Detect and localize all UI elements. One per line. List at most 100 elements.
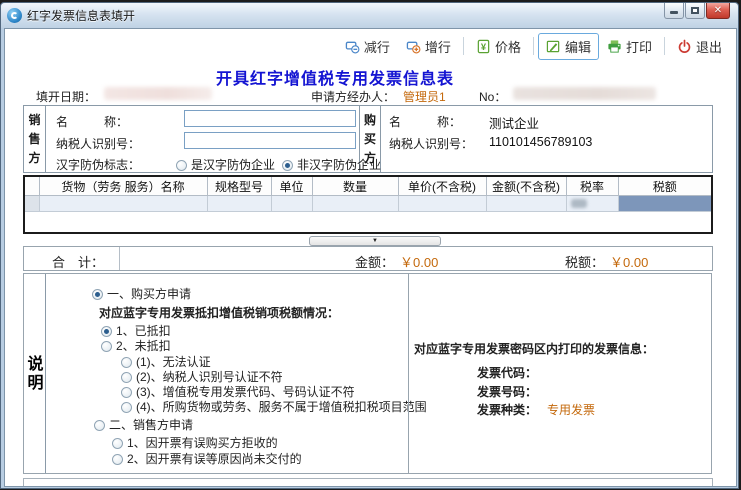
print-label: 打印 [625,39,652,55]
radio-icon[interactable] [121,372,132,383]
totals-label: 合 计： [52,255,105,270]
tax-rate-redacted-value [570,199,587,208]
option-label: (2)、纳税人识别号认证不符 [136,370,283,384]
totals-tax-value: ￥0.00 [610,255,649,270]
add-row-label: 增行 [424,39,451,55]
form-title: 开具红字增值税专用发票信息表 [215,71,454,88]
price-button[interactable]: ¥ 价格 [468,33,529,60]
seller-taxid-input[interactable] [184,132,356,149]
titlebar[interactable]: 红字发票信息表填开 ✕ [1,3,738,28]
bottom-section: 说明 一、购买方申请 对应蓝字专用发票抵扣增值税销项税额情况： 1、已抵扣 2、… [23,273,713,474]
seller-fields: 名 称： 纳税人识别号： 汉字防伪标志： 是汉字防伪企业 非汉字防伪企业 [46,106,381,173]
option-seller-apply[interactable]: 二、销售方申请 [94,416,193,433]
toolbar-separator [462,37,464,55]
seller-name-label: 名 称： [56,115,129,129]
antifake-option-no[interactable]: 非汉字防伪企业 [282,156,381,173]
buyer-name-label: 名 称： [389,115,462,129]
col-unit[interactable]: 单位 [270,177,313,196]
buyer-taxid-label: 纳税人识别号： [389,137,474,151]
app-icon [7,8,22,23]
price-yen-icon: ¥ [477,39,490,53]
grid-collapse-splitter[interactable]: ▼ [309,236,441,246]
totals-tax-label: 税额： [565,255,605,270]
tax-rate-cell[interactable] [565,195,619,212]
tax-amount-cell-selected[interactable] [617,195,711,212]
col-spec[interactable]: 规格型号 [206,177,272,196]
unit-cell[interactable] [270,195,313,212]
col-goods-name[interactable]: 货物（劳务 服务）名称 [38,177,208,196]
option-buyer-apply[interactable]: 一、购买方申请 [92,285,191,302]
antifake-option-yes[interactable]: 是汉字防伪企业 [176,156,275,173]
add-row-button[interactable]: 增行 [398,33,459,60]
window-controls: ✕ [663,3,730,19]
buyer-name-value: 测试企业 [489,117,540,131]
amount-cell[interactable] [485,195,567,212]
option-label: 一、购买方申请 [107,287,192,301]
delete-row-button[interactable]: 减行 [337,33,398,60]
radio-icon[interactable] [121,387,132,398]
no-label: No： [479,90,507,104]
party-section: 销售方 名 称： 纳税人识别号： 汉字防伪标志： 是汉字防伪企业 非汉字防伪企业… [23,105,713,173]
invoice-type-value: 专用发票 [547,403,596,417]
fill-date-label: 填开日期： [36,90,97,104]
option-not-in-scope[interactable]: (4)、所购货物或劳务、服务不属于增值税扣税项目范围 [121,398,427,415]
edit-pencil-icon [546,40,560,52]
antifake-option-no-label: 非汉字防伪企业 [297,158,382,172]
option-buyer-rejected[interactable]: 1、因开票有误购买方拒收的 [112,434,278,451]
invoice-code-label: 发票代码： [477,366,538,380]
quantity-cell[interactable] [311,195,399,212]
col-unit-price[interactable]: 单价(不含税) [397,177,487,196]
exit-label: 退出 [695,39,722,55]
spec-cell[interactable] [206,195,272,212]
radio-icon[interactable] [121,402,132,413]
seller-section-label-cell: 销售方 [24,106,46,172]
radio-icon[interactable] [121,357,132,368]
col-tax-rate[interactable]: 税率 [565,177,619,196]
row-minus-icon [345,41,360,53]
radio-icon[interactable] [282,160,293,171]
radio-icon[interactable] [101,326,112,337]
invoice-type-label: 发票种类： [477,403,538,417]
radio-icon[interactable] [112,438,123,449]
exit-button[interactable]: 退出 [669,33,730,60]
explanation-options: 一、购买方申请 对应蓝字专用发票抵扣增值税销项税额情况： 1、已抵扣 2、未抵扣… [46,274,427,473]
option-label: 二、销售方申请 [109,418,194,432]
maximize-icon [691,7,699,14]
col-tax-amount[interactable]: 税额 [617,177,711,196]
print-button[interactable]: 打印 [599,33,660,60]
edit-label: 编辑 [564,39,591,55]
row-indicator-cell[interactable] [25,195,40,212]
window-content: 减行 增行 ¥ 价格 编辑 打印 退出 开具红字增值税专用发票信息表 填开日期：… [4,28,737,487]
price-label: 价格 [494,39,521,55]
radio-icon[interactable] [94,420,105,431]
table-header-row: 货物（劳务 服务）名称 规格型号 单位 数量 单价(不含税) 金额(不含税) 税… [25,177,711,196]
minimize-button[interactable] [664,3,684,19]
unit-price-cell[interactable] [397,195,487,212]
app-window: 红字发票信息表填开 ✕ 减行 增行 ¥ 价格 编辑 打印 退出 开具红字增值税专… [0,2,739,489]
table-row[interactable] [25,195,711,212]
close-icon: ✕ [713,4,723,16]
screen: 红字发票信息表填开 ✕ 减行 增行 ¥ 价格 编辑 打印 退出 开具红字增值税专… [0,0,741,490]
edit-button[interactable]: 编辑 [537,32,599,60]
row-plus-icon [406,41,421,53]
form-info-row: 填开日期： 申请方经办人： 管理员1 No： [5,87,736,104]
radio-icon[interactable] [101,341,112,352]
totals-row: 合 计： 金额： ￥0.00 税额： ￥0.00 [23,246,713,271]
radio-icon[interactable] [112,454,123,465]
totals-divider [119,247,120,270]
radio-icon[interactable] [176,160,187,171]
col-quantity[interactable]: 数量 [311,177,399,196]
radio-icon[interactable] [92,289,103,300]
goods-name-cell[interactable] [38,195,208,212]
totals-amount-value: ￥0.00 [400,255,439,270]
invoice-info-section: 对应蓝字专用发票密码区内打印的发票信息： 发票代码： 发票号码： 发票种类： 专… [408,273,712,474]
col-amount[interactable]: 金额(不含税) [485,177,567,196]
toolbar-separator [663,37,665,55]
close-button[interactable]: ✕ [706,3,730,19]
option-not-deducted[interactable]: 2、未抵扣 [101,337,171,354]
applicant-value: 管理员1 [403,90,446,104]
option-not-delivered[interactable]: 2、因开票有误等原因尚未交付的 [112,450,302,467]
maximize-button[interactable] [685,3,705,19]
seller-name-input[interactable] [184,110,356,127]
row-indicator-header [25,177,40,196]
